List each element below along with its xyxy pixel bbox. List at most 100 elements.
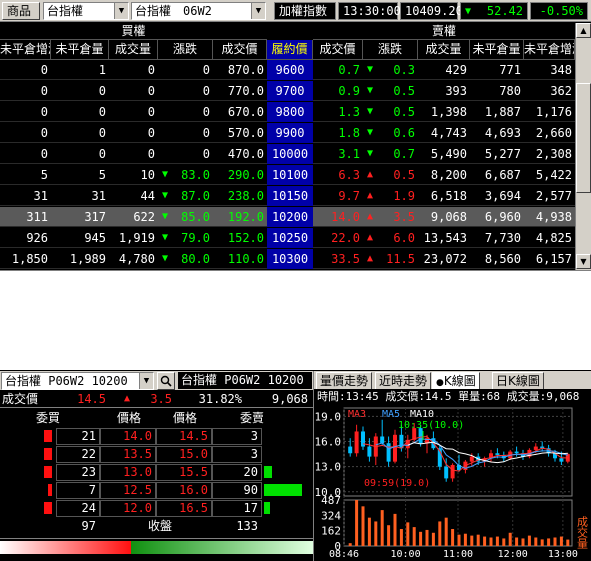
strike-header[interactable]: 履約價 [267,40,313,60]
ask-total: 133 [236,519,258,533]
kline-chart[interactable]: 19.0 16.0 13.0 10.0 487 324 162 0 08:46 10:00 11:0… [313,404,591,561]
book-row[interactable]: 23 13.0 15.5 20 [0,463,313,481]
call-oi-change-header[interactable]: 未平倉增減 [0,40,51,60]
p-oi-value: 6,960 [484,210,521,224]
put-oi-change-header[interactable]: 未平倉增減 [524,40,575,60]
table-row[interactable]: 926 945 1,919 ▼ 79.0 152.0 10250 22.0 ▲ 6.0 13,543… [0,228,575,248]
put-volume-header[interactable]: 成交量 [418,40,470,60]
bid-volume: 7 [88,483,96,497]
volume-bar [393,513,397,546]
table-row[interactable]: 0 1 0 0 870.0 9600 0.7 ▼ 0.3 429 771 348 [0,60,575,80]
put-oi-header[interactable]: 未平倉量 [470,40,524,60]
down-triangle-icon: ▼ [367,64,374,75]
candle-body [533,446,538,450]
book-row[interactable]: 22 13.5 15.0 3 [0,445,313,463]
put-change-header[interactable]: 漲跌 [363,40,418,60]
c-chg-cell: 0 [158,60,213,80]
bid-price: 14.0 [123,429,152,443]
call-oi-header[interactable]: 未平倉量 [51,40,109,60]
scroll-down-icon[interactable]: ▼ [576,254,591,269]
chain-scrollbar[interactable]: ▲ ▼ [575,23,591,270]
chevron-down-icon[interactable]: ▼ [139,373,153,389]
c-last-cell: 238.0 [213,186,267,206]
book-row[interactable]: 21 14.0 14.5 3 [0,427,313,445]
p-oic-value: 6,157 [535,252,572,266]
table-row[interactable]: 0 0 0 0 470.0 10000 3.1 ▼ 0.7 5,490 5,277 2,308 [0,144,575,164]
contract-select[interactable]: 台指權 06W2 ▼ [131,2,266,20]
c-oi-cell: 5 [51,165,109,185]
ratio-bar-graphic [0,541,313,554]
ask-volume: 90 [243,483,258,497]
book-row[interactable]: 24 12.0 16.5 17 [0,499,313,517]
table-row[interactable]: 31 31 44 ▼ 87.0 238.0 10150 9.7 ▲ 1.9 6,518 3,694 2,… [0,186,575,206]
bid-volume: 22 [81,447,96,461]
chevron-down-icon[interactable]: ▼ [251,3,265,19]
call-change-header[interactable]: 漲跌 [158,40,213,60]
call-last-header[interactable]: 成交價 [213,40,267,60]
c-oic-value: 0 [40,84,48,98]
volume-bar [489,537,493,546]
empty-panel [0,270,591,370]
tab-kline[interactable]: ●K線圖 [432,372,480,389]
tab-daily-kline[interactable]: 日K線圖 [492,372,544,389]
table-row[interactable]: 0 0 0 0 670.0 9800 1.3 ▼ 0.5 1,398 1,887 1,176 [0,102,575,122]
down-triangle-icon: ▼ [367,85,374,96]
symbol-select[interactable]: 台指權 P06W2 10200 ▼ [1,372,154,390]
strike-value: 9600 [275,63,305,77]
scroll-thumb[interactable] [576,83,591,193]
p-oic-value: 4,938 [535,210,572,224]
table-row[interactable]: 311 317 622 ▼ 85.0 192.0 10200 14.0 ▲ 3.5 9,068 6,9… [0,207,575,227]
p-vol-value: 23,072 [423,252,467,266]
table-row[interactable]: 5 5 10 ▼ 83.0 290.0 10100 6.3 ▲ 0.5 8,200 6,687 5,42… [0,165,575,185]
chart-tabs: 量價走勢 近時走勢 ●K線圖 日K線圖 [313,371,591,389]
c-oic-value: 311 [26,210,48,224]
put-last-header[interactable]: 成交價 [313,40,363,60]
p-vol-value: 8,200 [430,168,467,182]
table-row[interactable]: 0 0 0 0 570.0 9900 1.8 ▼ 0.6 4,743 4,693 2,660 [0,123,575,143]
chevron-down-icon[interactable]: ▼ [114,3,128,19]
p-chg-value: 0.3 [393,63,415,77]
product-select[interactable]: 台指權 ▼ [43,2,129,20]
c-vol-cell: 0 [109,60,158,80]
volume-bar [515,537,519,546]
symbol-select-value: 台指權 P06W2 10200 [5,374,128,388]
p-last-value: 0.7 [338,63,360,77]
c-last-value: 192.0 [227,210,264,224]
c-oic-cell: 1,850 [0,249,51,269]
scroll-up-icon[interactable]: ▲ [576,23,591,38]
ask-volume: 17 [243,501,258,515]
strike-value: 9800 [275,105,305,119]
quote-contract: P06W2 [224,373,261,387]
goods-button[interactable]: 商品 [2,2,40,20]
c-vol-cell: 1,919 [109,228,158,248]
volume-bar [399,528,403,546]
c-vol-value: 0 [147,63,155,77]
total-volume: 9,068 [271,392,308,406]
volume-bar [508,532,512,546]
c-vol-value: 44 [140,189,155,203]
strike-cell: 9700 [267,81,313,101]
volume-bar [553,537,557,546]
quote-product: 台指權 [181,373,218,387]
table-row[interactable]: 1,850 1,989 4,780 ▼ 80.0 110.0 10300 33.5 ▲ 11.5 2… [0,249,575,269]
volume-bar [547,538,551,546]
p-chg-cell: ▲ 6.0 [363,228,418,248]
call-volume-header[interactable]: 成交量 [109,40,158,60]
price-change: 3.5 [150,392,172,406]
search-button[interactable] [157,372,175,390]
p-vol-value: 393 [445,84,467,98]
p-oi-cell: 7,730 [470,228,524,248]
p-vol-cell: 13,543 [418,228,470,248]
p-oi-value: 3,694 [484,189,521,203]
tab-recent-trend[interactable]: 近時走勢 [375,372,432,389]
book-row[interactable]: 7 12.5 16.0 90 [0,481,313,499]
candle-body [367,446,372,457]
c-last-cell: 470.0 [213,144,267,164]
down-triangle-icon: ▼ [367,106,374,117]
tab-volume-price[interactable]: 量價走勢 [316,372,373,389]
table-row[interactable]: 0 0 0 0 770.0 9700 0.9 ▼ 0.5 393 780 362 [0,81,575,101]
up-triangle-icon: ▲ [124,393,131,404]
p-last-cell: 1.3 [313,102,363,122]
p-oic-value: 2,660 [535,126,572,140]
volume-bar [438,521,442,546]
